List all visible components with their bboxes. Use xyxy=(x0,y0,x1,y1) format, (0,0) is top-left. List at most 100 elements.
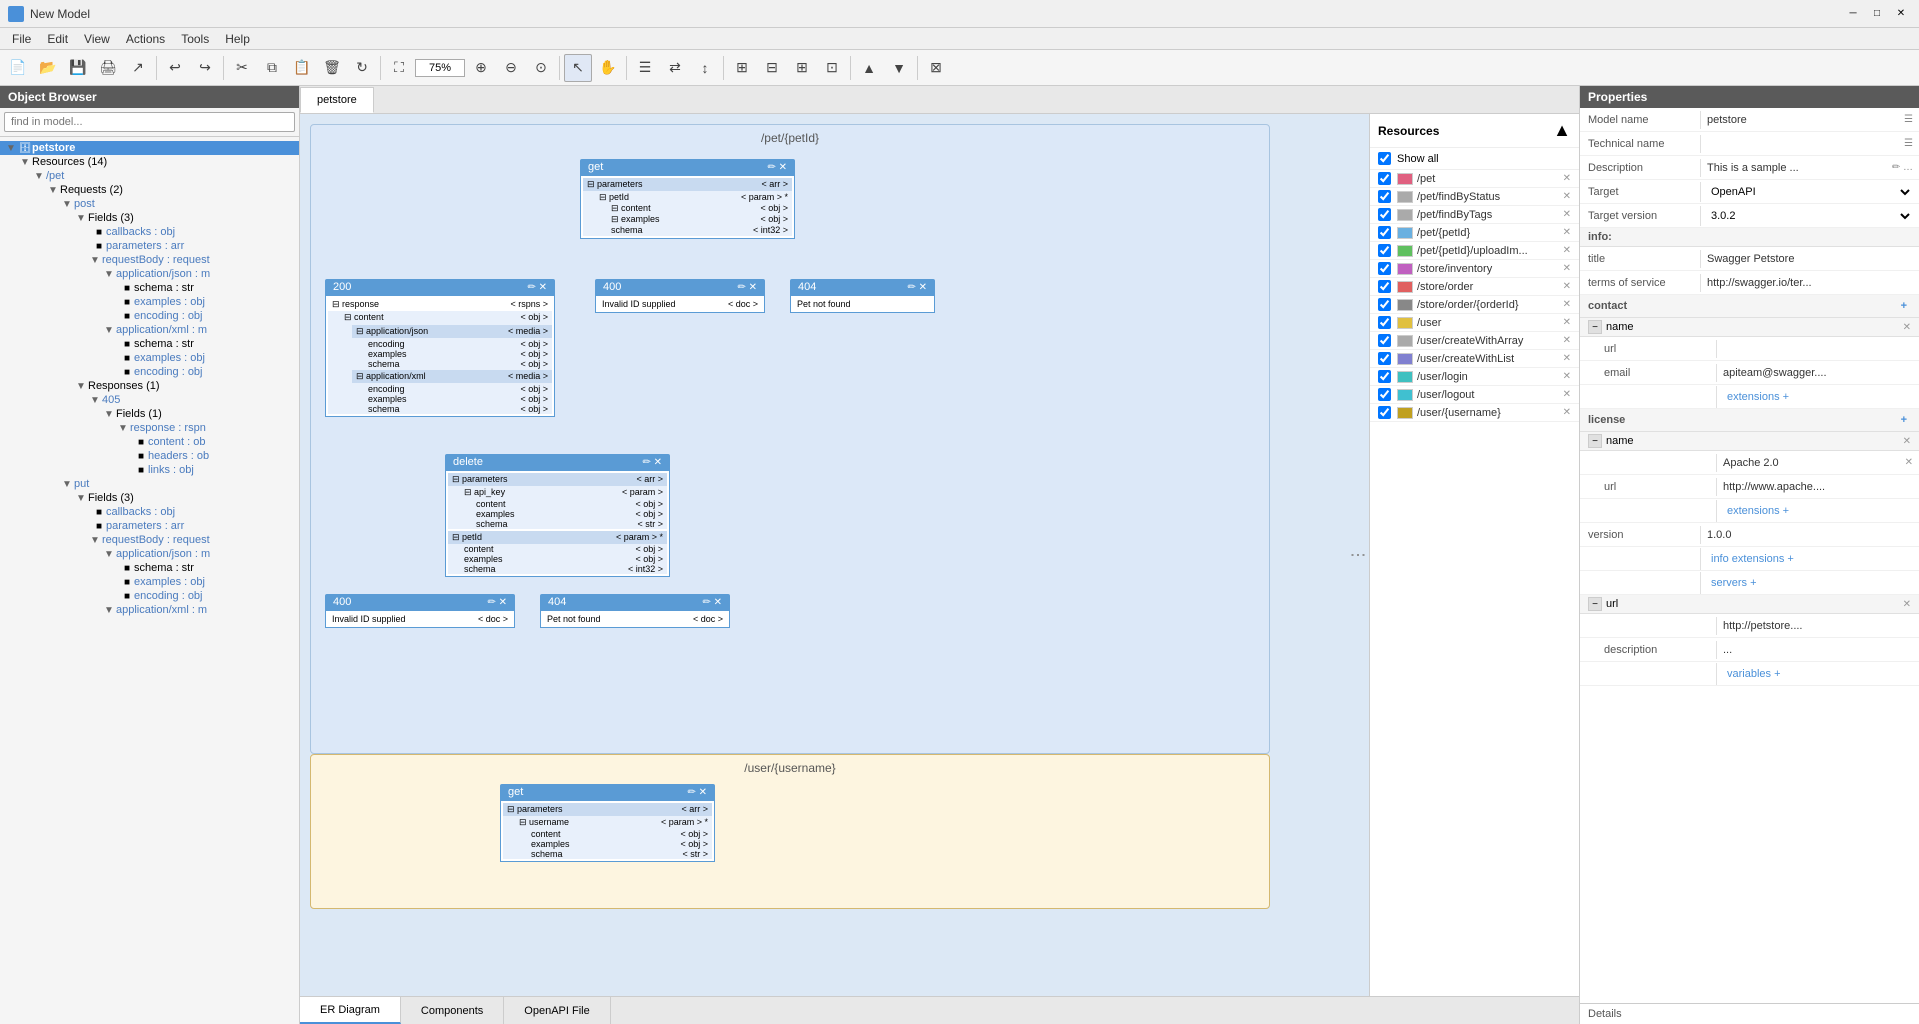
list-button[interactable]: ☰ xyxy=(631,54,659,82)
tree-appxml-put[interactable]: ▼ application/xml : m xyxy=(0,603,299,617)
tree-toggle[interactable]: ▼ xyxy=(60,479,74,490)
edit-icon-userget[interactable]: ✏ ✕ xyxy=(687,787,707,798)
resource-remove-2[interactable]: ✕ xyxy=(1563,191,1571,202)
servers-btn[interactable]: servers + xyxy=(1707,575,1761,591)
minus-license-name[interactable]: − xyxy=(1588,434,1602,448)
tree-schema-put[interactable]: ■ schema : str xyxy=(0,561,299,575)
info-extensions-btn[interactable]: info extensions + xyxy=(1707,551,1798,567)
server-vars-value[interactable]: variables + xyxy=(1716,663,1919,685)
save2-button[interactable]: ⊠ xyxy=(922,54,950,82)
edit-icon-404[interactable]: ✏ ✕ xyxy=(907,282,927,293)
tree-encoding1[interactable]: ■ encoding : obj xyxy=(0,309,299,323)
resource-remove-9[interactable]: ✕ xyxy=(1563,317,1571,328)
tree-schema-str2[interactable]: ■ schema : str xyxy=(0,337,299,351)
resource-remove-8[interactable]: ✕ xyxy=(1563,299,1571,310)
resource-checkbox-14[interactable] xyxy=(1378,406,1391,419)
edit-icon-del404[interactable]: ✏ ✕ xyxy=(702,597,722,608)
tree-toggle[interactable]: ▼ xyxy=(74,493,88,504)
target-version-value[interactable]: 3.0.2 xyxy=(1700,206,1919,226)
resource-checkbox-10[interactable] xyxy=(1378,334,1391,347)
tree-encoding2[interactable]: ■ encoding : obj xyxy=(0,365,299,379)
paste-button[interactable]: 📋 xyxy=(288,54,316,82)
tree-parameters-put[interactable]: ■ parameters : arr xyxy=(0,519,299,533)
resource-remove-14[interactable]: ✕ xyxy=(1563,407,1571,418)
pan-tool-button[interactable]: ✋ xyxy=(594,54,622,82)
zoom-out-button[interactable]: ⊖ xyxy=(497,54,525,82)
tree-toggle[interactable]: ▼ xyxy=(102,605,116,616)
resource-checkbox-7[interactable] xyxy=(1378,280,1391,293)
show-all-checkbox[interactable] xyxy=(1378,152,1391,165)
tree-examples1[interactable]: ■ examples : obj xyxy=(0,295,299,309)
tree-root-petstore[interactable]: ▼ 🗄 petstore xyxy=(0,141,299,155)
tree-pet[interactable]: ▼ /pet xyxy=(0,169,299,183)
resource-remove-7[interactable]: ✕ xyxy=(1563,281,1571,292)
refresh-button[interactable]: ↻ xyxy=(348,54,376,82)
menu-edit[interactable]: Edit xyxy=(39,30,76,48)
add-row-button[interactable]: ⊡ xyxy=(818,54,846,82)
resource-checkbox-9[interactable] xyxy=(1378,316,1391,329)
resource-remove-4[interactable]: ✕ xyxy=(1563,227,1571,238)
menu-view[interactable]: View xyxy=(76,30,118,48)
window-controls[interactable]: ─ □ ✕ xyxy=(1843,6,1911,22)
tree-responses1[interactable]: ▼ Responses (1) xyxy=(0,379,299,393)
target-version-select[interactable]: 3.0.2 xyxy=(1707,209,1913,223)
tree-405[interactable]: ▼ 405 xyxy=(0,393,299,407)
target-value[interactable]: OpenAPI xyxy=(1700,182,1919,202)
tree-toggle[interactable]: ▼ xyxy=(46,185,60,196)
technical-name-value[interactable]: ☰ xyxy=(1700,135,1919,153)
contact-extensions-value[interactable]: extensions + xyxy=(1716,386,1919,408)
tree-requests[interactable]: ▼ Requests (2) xyxy=(0,183,299,197)
search-input[interactable] xyxy=(4,112,295,132)
resource-checkbox-6[interactable] xyxy=(1378,262,1391,275)
license-name-remove[interactable]: ✕ xyxy=(1905,457,1913,468)
tree-schema-str1[interactable]: ■ schema : str xyxy=(0,281,299,295)
resource-remove-5[interactable]: ✕ xyxy=(1563,245,1571,256)
edit-icon-200[interactable]: ✏ ✕ xyxy=(527,282,547,293)
zoom-display[interactable]: 75% xyxy=(415,59,465,77)
tree-examples-put[interactable]: ■ examples : obj xyxy=(0,575,299,589)
tree-callbacks-put[interactable]: ■ callbacks : obj xyxy=(0,505,299,519)
minimize-button[interactable]: ─ xyxy=(1843,6,1863,22)
line-button[interactable]: ↕ xyxy=(691,54,719,82)
tree-content[interactable]: ■ content : ob xyxy=(0,435,299,449)
resource-checkbox-5[interactable] xyxy=(1378,244,1391,257)
del-400-node[interactable]: 400 ✏ ✕ Invalid ID supplied< doc > xyxy=(325,594,515,628)
target-select[interactable]: OpenAPI xyxy=(1707,185,1913,199)
menu-help[interactable]: Help xyxy=(217,30,258,48)
license-extensions-value[interactable]: extensions + xyxy=(1716,500,1919,522)
resource-checkbox-3[interactable] xyxy=(1378,208,1391,221)
info-extensions-value[interactable]: info extensions + xyxy=(1700,548,1919,570)
move-up-button[interactable]: ▲ xyxy=(855,54,883,82)
edit-tech-icon[interactable]: ☰ xyxy=(1904,138,1913,149)
tree-appxml[interactable]: ▼ application/xml : m xyxy=(0,323,299,337)
tree-fields-3b[interactable]: ▼ Fields (3) xyxy=(0,491,299,505)
user-get-node[interactable]: get ✏ ✕ ⊟ parameters< arr > ⊟ username< … xyxy=(500,784,715,862)
zoom-in-button[interactable]: ⊕ xyxy=(467,54,495,82)
tree-toggle[interactable]: ▼ xyxy=(102,409,116,420)
tree-toggle[interactable]: ▼ xyxy=(102,549,116,560)
contact-url-value[interactable] xyxy=(1716,340,1919,358)
edit-model-icon[interactable]: ☰ xyxy=(1904,114,1913,125)
tree-resources[interactable]: ▼ Resources (14) xyxy=(0,155,299,169)
copy-button[interactable]: ⧉ xyxy=(258,54,286,82)
redo-button[interactable]: ↪ xyxy=(191,54,219,82)
tree-toggle[interactable]: ▼ xyxy=(74,213,88,224)
tree-appjson[interactable]: ▼ application/json : m xyxy=(0,267,299,281)
new-button[interactable]: 📄 xyxy=(4,54,32,82)
tree-headers[interactable]: ■ headers : ob xyxy=(0,449,299,463)
edit-icon-delete[interactable]: ✏ ✕ xyxy=(642,457,662,468)
grid-button[interactable]: ⊞ xyxy=(728,54,756,82)
servers-value[interactable]: servers + xyxy=(1700,572,1919,594)
contact-add-btn[interactable]: + xyxy=(1897,298,1911,314)
menu-actions[interactable]: Actions xyxy=(118,30,173,48)
minus-contact-name[interactable]: − xyxy=(1588,320,1602,334)
tree-toggle[interactable]: ▼ xyxy=(18,157,32,168)
tree-encoding-put[interactable]: ■ encoding : obj xyxy=(0,589,299,603)
400-node[interactable]: 400 ✏ ✕ Invalid ID supplied< doc > xyxy=(595,279,765,313)
get-node[interactable]: get ✏ ✕ ⊟ parameters< arr > ⊟ petId< par… xyxy=(580,159,795,239)
tree-put[interactable]: ▼ put xyxy=(0,477,299,491)
tree-fields-1[interactable]: ▼ Fields (1) xyxy=(0,407,299,421)
move-down-button[interactable]: ▼ xyxy=(885,54,913,82)
edit-icon[interactable]: ✏ ✕ xyxy=(767,162,787,173)
resource-checkbox-1[interactable] xyxy=(1378,172,1391,185)
